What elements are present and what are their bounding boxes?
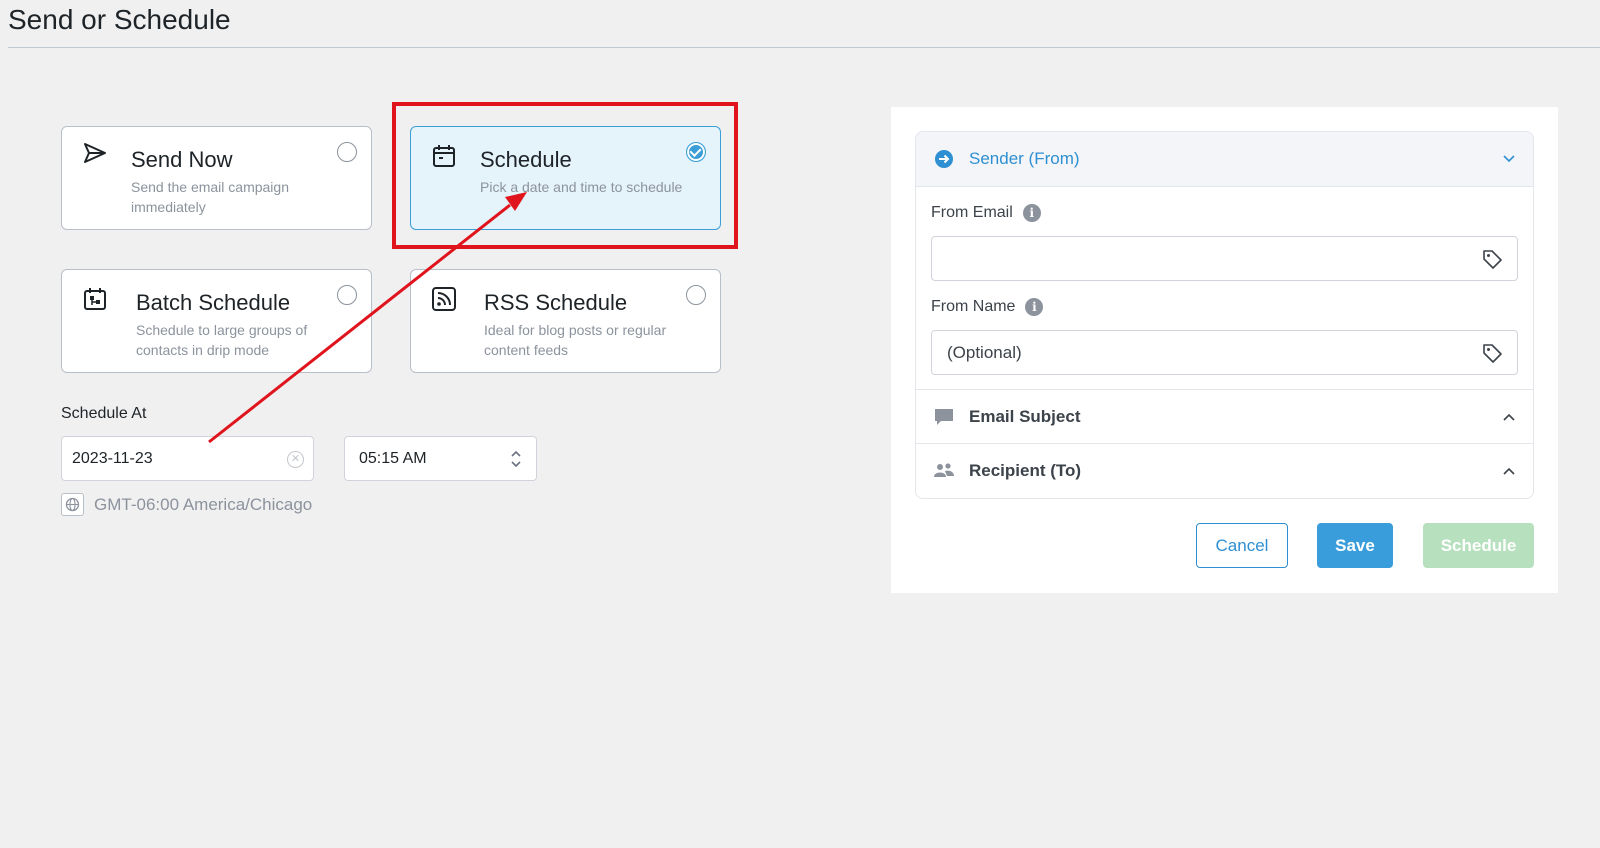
batch-calendar-icon — [84, 288, 106, 310]
page-title: Send or Schedule — [8, 4, 231, 35]
option-schedule[interactable]: Schedule Pick a date and time to schedul… — [410, 126, 721, 230]
arrow-circle-icon — [935, 150, 953, 168]
schedule-time-select[interactable]: 05:15 AM — [344, 436, 537, 481]
option-radio[interactable] — [337, 285, 357, 305]
schedule-date-value: 2023-11-23 — [72, 449, 153, 467]
email-subject-title: Email Subject — [969, 407, 1081, 426]
option-title: RSS Schedule — [484, 290, 628, 315]
option-description: Send the email campaign immediately — [131, 179, 289, 215]
title-divider — [8, 47, 1600, 48]
clear-icon[interactable]: ✕ — [287, 451, 304, 468]
schedule-at-label: Schedule At — [61, 405, 147, 422]
chevron-up-icon — [1503, 413, 1515, 421]
cancel-button[interactable]: Cancel — [1196, 523, 1288, 568]
rss-icon — [432, 287, 456, 311]
chevron-down-icon — [1503, 155, 1515, 163]
option-title: Schedule — [480, 147, 572, 172]
option-description: Pick a date and time to schedule — [480, 179, 683, 195]
option-description: Schedule to large groups of contacts in … — [136, 322, 308, 358]
chevron-up-icon — [1503, 467, 1515, 475]
up-down-chevron-icon — [511, 450, 521, 468]
schedule-date-input[interactable]: 2023-11-23 ✕ — [61, 436, 314, 481]
option-title: Send Now — [131, 147, 233, 172]
tag-icon[interactable] — [1481, 248, 1503, 270]
option-radio-checked[interactable] — [686, 142, 706, 162]
schedule-button[interactable]: Schedule — [1423, 523, 1534, 568]
from-name-label: From Name i — [931, 298, 1044, 316]
sender-panel: Sender (From) From Email i From Name i (… — [891, 107, 1558, 593]
option-send-now[interactable]: Send Now Send the email campaign immedia… — [61, 126, 372, 230]
info-icon[interactable]: i — [1022, 204, 1041, 222]
from-email-label-text: From Email — [931, 204, 1013, 221]
option-radio[interactable] — [337, 142, 357, 162]
globe-icon — [61, 493, 84, 516]
schedule-time-value: 05:15 AM — [359, 449, 427, 467]
from-name-input[interactable]: (Optional) — [931, 330, 1518, 375]
settings-accordion: Sender (From) From Email i From Name i (… — [915, 131, 1534, 499]
sender-section-title: Sender (From) — [969, 149, 1080, 168]
from-email-input[interactable] — [931, 236, 1518, 281]
from-name-label-text: From Name — [931, 298, 1016, 315]
option-radio[interactable] — [686, 285, 706, 305]
info-icon[interactable]: i — [1025, 298, 1044, 316]
users-icon — [934, 463, 954, 477]
option-rss-schedule[interactable]: RSS Schedule Ideal for blog posts or reg… — [410, 269, 721, 373]
from-name-placeholder: (Optional) — [947, 342, 1022, 362]
option-description: Ideal for blog posts or regular content … — [484, 322, 667, 358]
tag-icon[interactable] — [1481, 342, 1503, 364]
sender-section-header[interactable]: Sender (From) — [916, 132, 1533, 187]
timezone-text: GMT-06:00 America/Chicago — [94, 494, 313, 514]
email-subject-section-header[interactable]: Email Subject — [916, 389, 1533, 444]
option-title: Batch Schedule — [136, 290, 291, 315]
save-button[interactable]: Save — [1317, 523, 1393, 568]
from-email-label: From Email i — [931, 204, 1041, 222]
recipient-title: Recipient (To) — [969, 461, 1082, 480]
option-batch-schedule[interactable]: Batch Schedule Schedule to large groups … — [61, 269, 372, 373]
comment-icon — [935, 409, 953, 425]
recipient-section-header[interactable]: Recipient (To) — [916, 443, 1533, 498]
timezone-row: GMT-06:00 America/Chicago — [61, 493, 312, 516]
send-icon — [84, 143, 106, 163]
calendar-icon — [433, 145, 455, 167]
